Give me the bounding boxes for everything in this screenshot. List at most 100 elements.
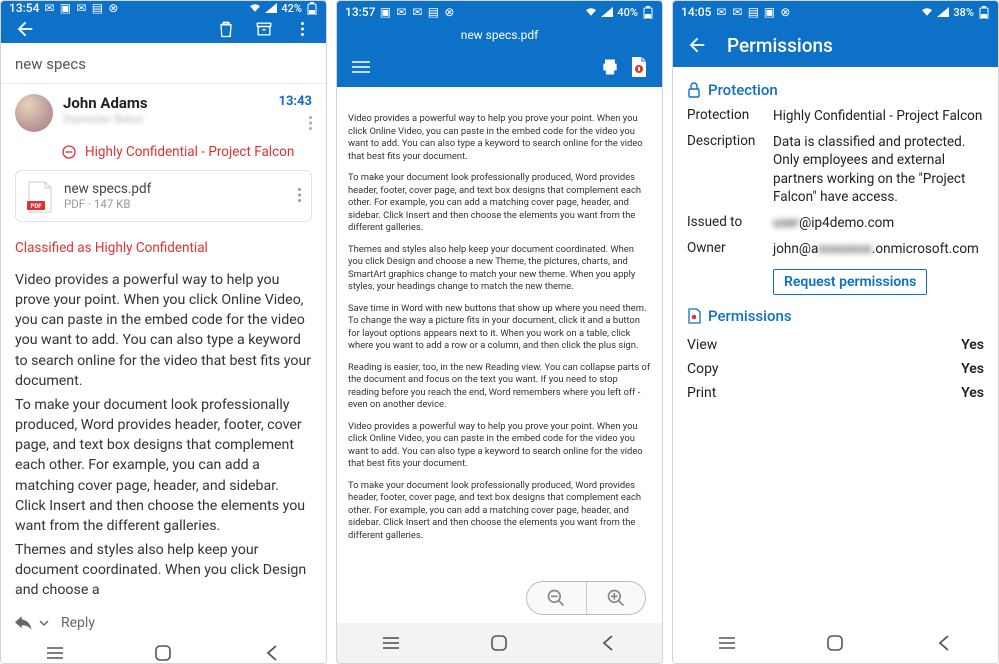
permission-value: Yes — [961, 361, 984, 377]
pdf-paragraph: To make your document look professionall… — [348, 172, 651, 235]
overflow-button[interactable] — [288, 15, 316, 43]
avatar[interactable] — [15, 94, 53, 132]
permission-row: View Yes — [687, 333, 984, 357]
field-value: user@ip4demo.com — [773, 214, 984, 232]
permission-value: Yes — [961, 385, 984, 401]
pdf-content[interactable]: Video provides a powerful way to help yo… — [337, 87, 662, 623]
pdf-toolbar — [337, 47, 662, 87]
email-suffix: @ip4demo.com — [799, 215, 894, 231]
recents-button[interactable] — [25, 639, 85, 664]
received-time: 13:43 — [279, 94, 313, 109]
classification-row: Highly Confidential - Project Falcon — [1, 138, 326, 170]
email-body: Video provides a powerful way to help yo… — [1, 270, 326, 605]
system-nav — [673, 623, 998, 663]
permission-row: Copy Yes — [687, 357, 984, 381]
pdf-title: new specs.pdf — [337, 23, 662, 47]
back-nav-button[interactable] — [242, 639, 302, 664]
battery-icon — [978, 6, 990, 18]
attachment-meta: PDF · 147 KB — [64, 197, 151, 211]
field-issued-to: Issued to user@ip4demo.com — [687, 214, 984, 232]
zoom-in-button[interactable] — [587, 582, 646, 614]
notif-icon-3: ▤ — [91, 2, 103, 14]
reply-label: Reply — [61, 615, 95, 631]
notif-icon: ✉ — [731, 6, 743, 18]
status-bar: 13:54 ✉ ▣ ✉ ▤ ⊗ 42% — [1, 1, 326, 15]
battery-text: 42% — [281, 2, 302, 15]
status-time: 13:54 — [9, 1, 39, 15]
print-button[interactable] — [600, 57, 620, 77]
battery-icon — [642, 6, 654, 18]
section-permissions-label: Permissions — [708, 307, 792, 325]
screen-permissions: 14:05 ✉ ✉ ▤ ▣ ⊗ 38% Permissions Protecti… — [672, 0, 999, 664]
field-value: Data is classified and protected. Only e… — [773, 133, 984, 206]
attachment[interactable]: PDF new specs.pdf PDF · 147 KB — [15, 170, 312, 222]
system-nav — [337, 623, 662, 663]
permission-name: View — [687, 337, 717, 353]
body-paragraph: Video provides a powerful way to help yo… — [15, 270, 312, 391]
delete-button[interactable] — [212, 15, 240, 43]
svg-text:PDF: PDF — [30, 203, 42, 210]
recents-button[interactable] — [697, 629, 757, 657]
menu-button[interactable] — [351, 60, 371, 74]
permission-name: Print — [687, 385, 716, 401]
notif-icon-4: ⊗ — [443, 6, 455, 18]
app-bar — [1, 15, 326, 43]
status-bar: 14:05 ✉ ✉ ▤ ▣ ⊗ 38% — [673, 1, 998, 23]
status-bar: 13:57 ▣ ✉ ✉ ▤ ⊗ 40% — [337, 1, 662, 23]
chevron-down-icon — [39, 618, 49, 628]
email-prefix: john@a — [773, 241, 818, 257]
redacted-text: user — [773, 215, 799, 231]
pdf-paragraph: Video provides a powerful way to help yo… — [348, 113, 651, 163]
mail-icon: ✉ — [395, 6, 407, 18]
signal-icon — [601, 6, 613, 18]
recents-button[interactable] — [361, 629, 421, 657]
permissions-table: View Yes Copy Yes Print Yes — [687, 333, 984, 405]
pdf-icon: PDF — [26, 181, 54, 211]
field-key: Owner — [687, 240, 767, 258]
page-title: Permissions — [727, 34, 833, 57]
back-button[interactable] — [683, 31, 711, 59]
field-protection: Protection Highly Confidential - Project… — [687, 107, 984, 125]
reply-bar[interactable]: Reply — [1, 605, 326, 639]
body-paragraph: To make your document look professionall… — [15, 395, 312, 536]
field-description: Description Data is classified and prote… — [687, 133, 984, 206]
zoom-out-button[interactable] — [527, 582, 587, 614]
attachment-overflow[interactable] — [298, 187, 301, 206]
home-button[interactable] — [469, 629, 529, 657]
archive-button[interactable] — [250, 15, 278, 43]
notif-icon-2: ▤ — [747, 6, 759, 18]
protection-info-button[interactable] — [630, 56, 648, 78]
field-key: Issued to — [687, 214, 767, 232]
section-protection-label: Protection — [708, 81, 778, 99]
section-protection: Protection — [687, 81, 984, 99]
app-bar: Permissions — [673, 23, 998, 67]
back-button[interactable] — [11, 15, 39, 43]
signal-icon — [937, 6, 949, 18]
notif-icon-2: ✉ — [411, 6, 423, 18]
permission-name: Copy — [687, 361, 719, 377]
lock-icon — [687, 82, 701, 98]
wifi-icon — [921, 6, 933, 18]
screen-pdf: 13:57 ▣ ✉ ✉ ▤ ⊗ 40% new specs.pdf Video … — [336, 0, 663, 664]
system-nav — [1, 639, 326, 664]
attachment-name: new specs.pdf — [64, 181, 151, 197]
permissions-icon — [687, 308, 701, 324]
pdf-paragraph: Save time in Word with new buttons that … — [348, 303, 651, 353]
back-nav-button[interactable] — [578, 629, 638, 657]
sender-name: John Adams — [63, 94, 269, 112]
sender-row: John Adams Stanislav Belov 13:43 — [1, 84, 326, 138]
battery-text: 40% — [617, 6, 638, 19]
back-nav-button[interactable] — [914, 629, 974, 657]
pdf-paragraph: Video provides a powerful way to help yo… — [348, 421, 651, 471]
message-overflow[interactable] — [279, 113, 313, 134]
home-button[interactable] — [805, 629, 865, 657]
notif-icon: ▣ — [59, 2, 71, 14]
zoom-control — [526, 581, 646, 615]
screen-email: 13:54 ✉ ▣ ✉ ▤ ⊗ 42% new specs — [0, 0, 327, 664]
classification-label: Highly Confidential - Project Falcon — [85, 144, 294, 160]
request-permissions-button[interactable]: Request permissions — [773, 269, 927, 296]
battery-text: 38% — [953, 6, 974, 19]
home-button[interactable] — [133, 639, 193, 664]
mail-icon: ✉ — [715, 6, 727, 18]
pdf-paragraph: Reading is easier, too, in the new Readi… — [348, 362, 651, 412]
